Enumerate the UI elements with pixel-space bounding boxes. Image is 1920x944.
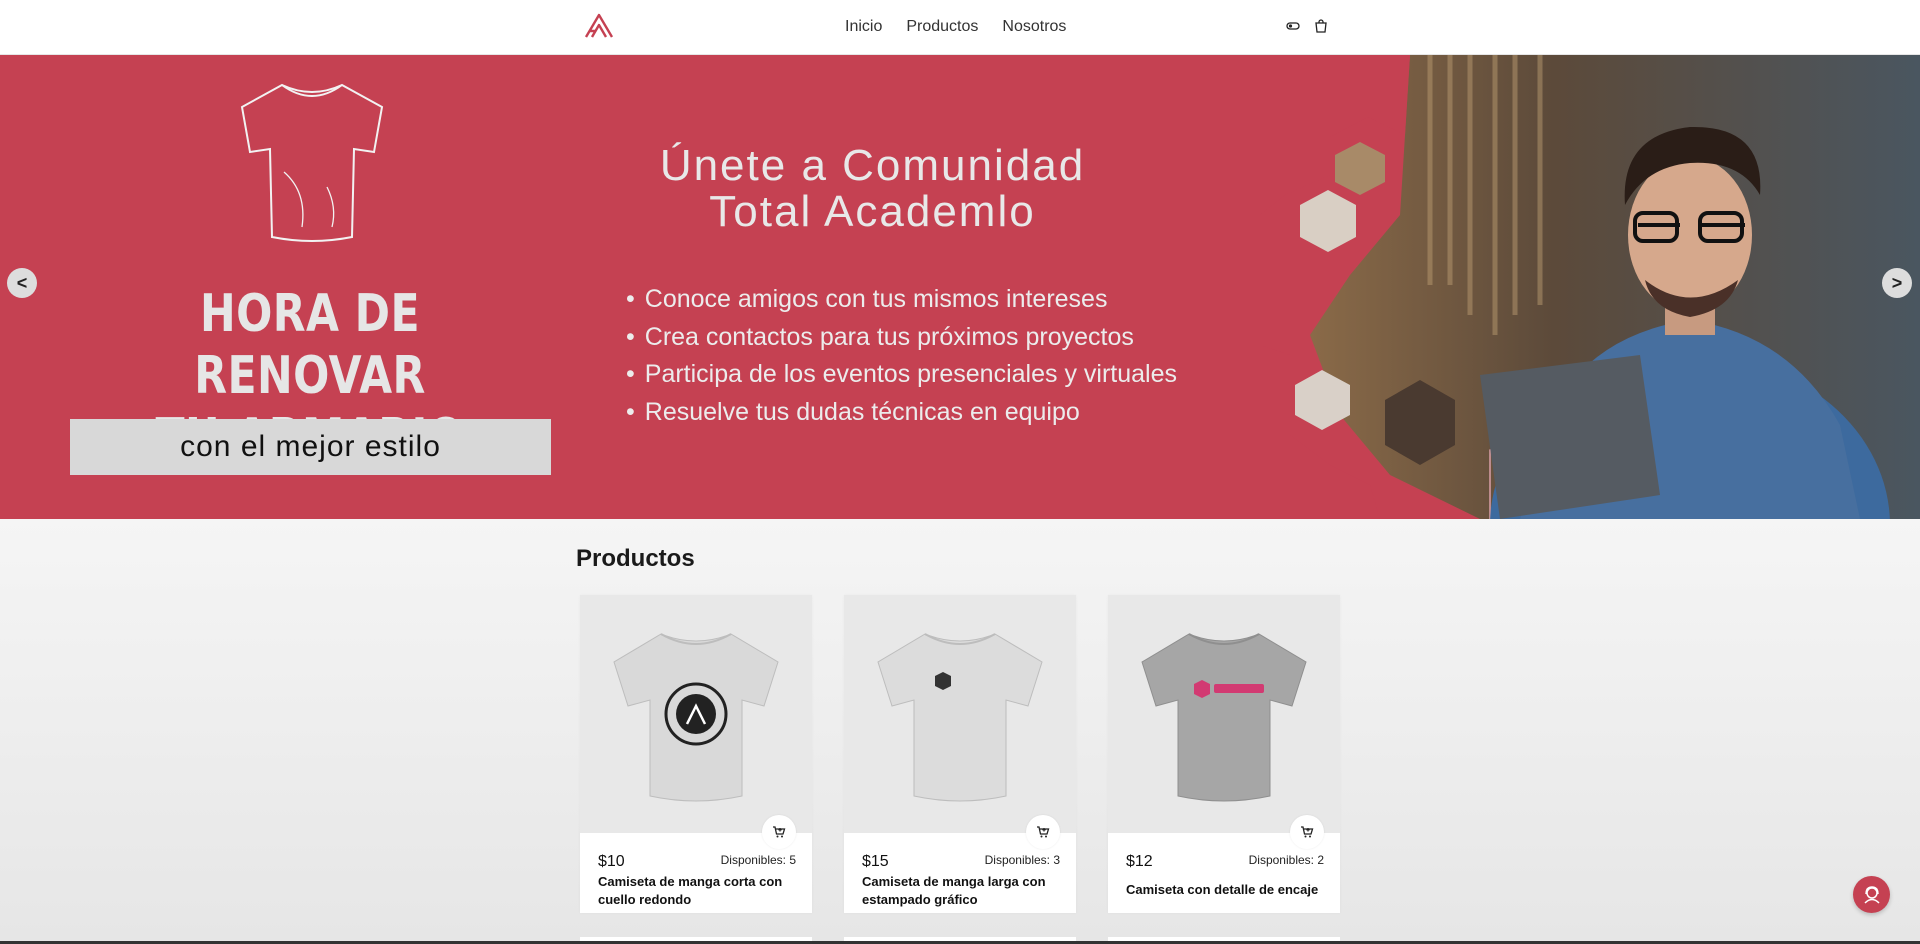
nav-icons bbox=[1286, 19, 1328, 33]
hero-center-title: Únete a Comunidad Total Academlo bbox=[659, 141, 1086, 236]
hero-bullet: Conoce amigos con tus mismos intereses bbox=[626, 281, 1177, 319]
nav-links: Inicio Productos Nosotros bbox=[845, 18, 1066, 36]
product-card[interactable]: $12 Disponibles: 2 Camiseta con detalle … bbox=[1108, 595, 1340, 913]
hero-bullet: Resuelve tus dudas técnicas en equipo bbox=[626, 394, 1177, 432]
hero-photo-man-laptop bbox=[1260, 55, 1920, 519]
product-stock: Disponibles: 2 bbox=[1248, 853, 1324, 867]
tshirt-image bbox=[613, 633, 779, 802]
hero-bullet-list: Conoce amigos con tus mismos intereses C… bbox=[626, 281, 1177, 431]
hero-bullet: Participa de los eventos presenciales y … bbox=[626, 356, 1177, 394]
nav-link-inicio[interactable]: Inicio bbox=[845, 18, 882, 36]
product-card[interactable]: $15 Disponibles: 3 Camiseta de manga lar… bbox=[844, 595, 1076, 913]
products-heading: Productos bbox=[576, 545, 695, 572]
academlo-logo-icon[interactable] bbox=[584, 13, 614, 39]
support-chat-button[interactable] bbox=[1853, 876, 1890, 913]
product-name[interactable]: Camiseta de manga larga con estampado gr… bbox=[862, 873, 1062, 909]
product-price: $12 bbox=[1126, 853, 1153, 870]
carousel-next-button[interactable]: > bbox=[1882, 268, 1912, 298]
tshirt-outline-illustration bbox=[240, 83, 384, 242]
product-card[interactable]: $10 Disponibles: 5 Camiseta de manga cor… bbox=[580, 595, 812, 913]
product-image[interactable] bbox=[580, 595, 812, 833]
tshirt-image bbox=[1141, 633, 1307, 802]
product-stock: Disponibles: 3 bbox=[984, 853, 1060, 867]
product-name[interactable]: Camiseta de manga corta con cuello redon… bbox=[598, 873, 798, 909]
product-stock: Disponibles: 5 bbox=[720, 853, 796, 867]
products-section: Productos $10 Disponibles: 5 Camiseta de… bbox=[0, 519, 1920, 944]
logout-icon[interactable] bbox=[1286, 19, 1300, 33]
add-cart-icon bbox=[1037, 826, 1050, 838]
nav-link-nosotros[interactable]: Nosotros bbox=[1002, 18, 1066, 36]
add-cart-icon bbox=[773, 826, 786, 838]
navbar: Inicio Productos Nosotros bbox=[0, 0, 1920, 55]
hero-bullet: Crea contactos para tus próximos proyect… bbox=[626, 319, 1177, 357]
hero-carousel: HORA DE RENOVAR TU ARMARIO con el mejor … bbox=[0, 55, 1920, 519]
support-agent-icon bbox=[1863, 885, 1880, 904]
add-cart-icon bbox=[1301, 826, 1314, 838]
add-to-cart-button[interactable] bbox=[762, 815, 796, 849]
product-image[interactable] bbox=[844, 595, 1076, 833]
carousel-prev-button[interactable]: < bbox=[7, 268, 37, 298]
nav-link-productos[interactable]: Productos bbox=[906, 18, 978, 36]
cart-icon[interactable] bbox=[1314, 19, 1328, 33]
product-image[interactable] bbox=[1108, 595, 1340, 833]
product-price: $10 bbox=[598, 853, 625, 870]
tshirt-image bbox=[877, 633, 1043, 802]
product-price: $15 bbox=[862, 853, 889, 870]
add-to-cart-button[interactable] bbox=[1290, 815, 1324, 849]
add-to-cart-button[interactable] bbox=[1026, 815, 1060, 849]
product-name[interactable]: Camiseta con detalle de encaje bbox=[1126, 881, 1326, 899]
hero-left-subtitle: con el mejor estilo bbox=[70, 419, 551, 475]
